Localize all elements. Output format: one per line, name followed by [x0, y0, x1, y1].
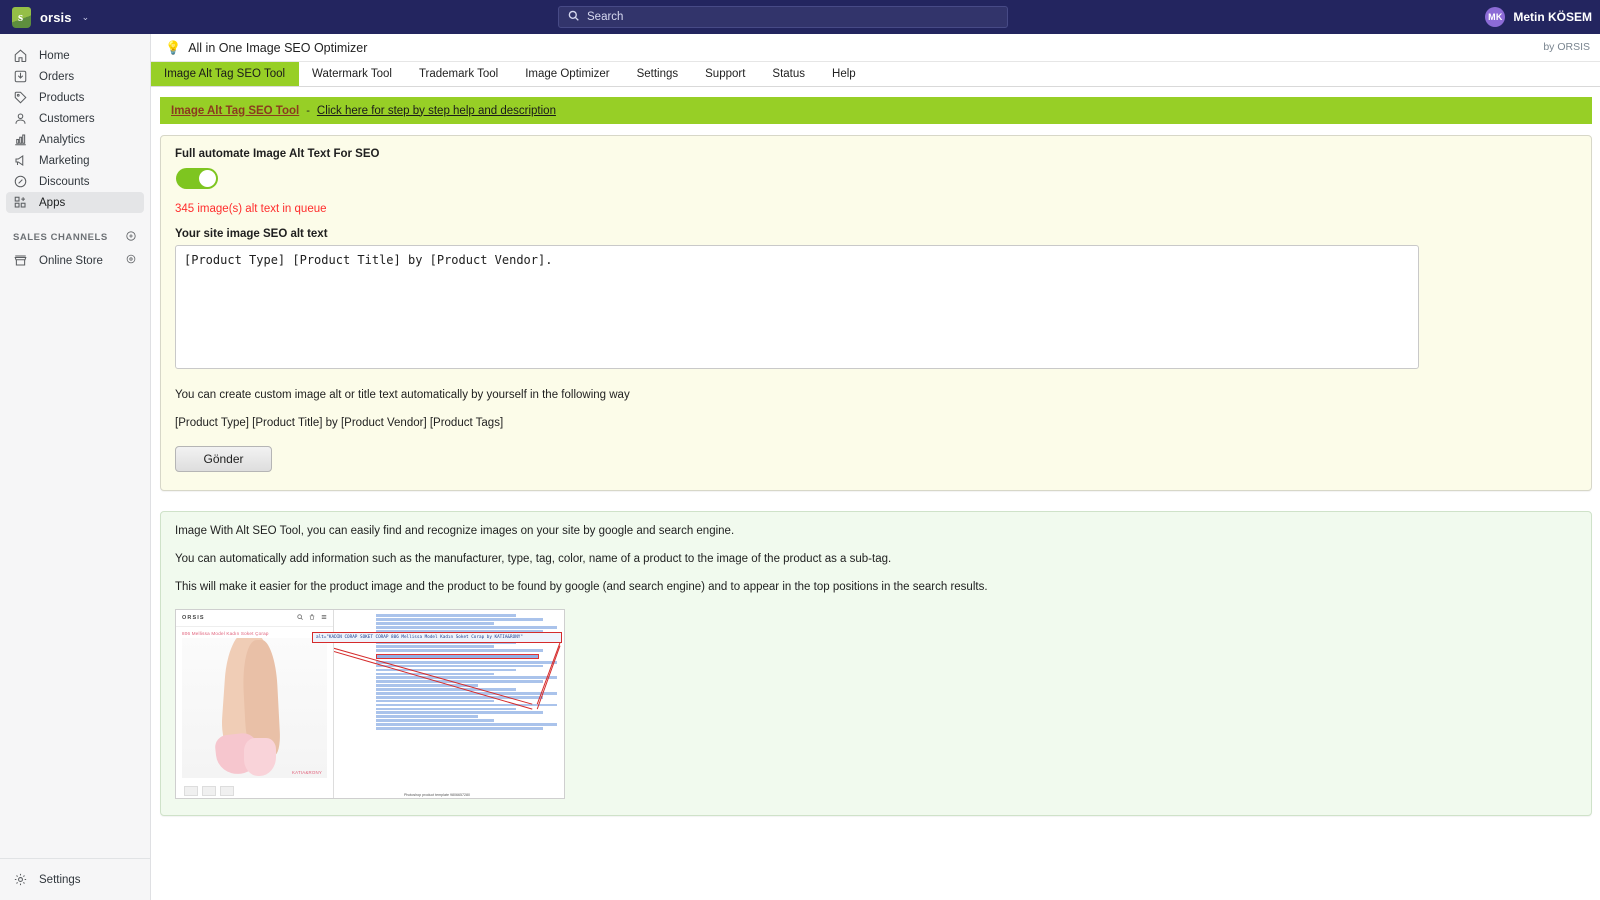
- alt-text-input[interactable]: [175, 245, 1419, 369]
- illustration-source-footer: Photoshop product template 9806657280: [404, 793, 470, 797]
- sidebar-settings-label: Settings: [39, 873, 81, 886]
- search-icon: [568, 10, 579, 24]
- tab-status[interactable]: Status: [759, 62, 819, 86]
- illustration-store-header: ORSIS: [176, 610, 333, 627]
- toggle-knob: [199, 170, 216, 187]
- top-bar: orsis ⌄ Search MK Metin KÖSEM: [0, 0, 1600, 34]
- search-icon: [297, 614, 303, 622]
- sidebar-item-discounts[interactable]: Discounts: [0, 171, 150, 192]
- section-title: SALES CHANNELS: [13, 232, 108, 243]
- illustration-product-title: 806 Mellissa Model Kadın Soket Çorap: [182, 631, 269, 636]
- sidebar-item-label: Products: [39, 91, 85, 104]
- tab-image-optimizer[interactable]: Image Optimizer: [512, 62, 623, 86]
- banner-title: Image Alt Tag SEO Tool: [171, 104, 300, 117]
- illustration-storefront-preview: ORSIS 806 Mellissa Model Kadın Soket Çor…: [176, 610, 334, 798]
- chevron-down-icon: ⌄: [81, 11, 90, 22]
- gear-icon: [13, 872, 28, 887]
- bag-icon: [309, 614, 315, 622]
- menu-icon: [321, 614, 327, 622]
- sales-channels-header: SALES CHANNELS: [13, 230, 137, 245]
- illustration-thumbnails: [184, 786, 234, 796]
- avatar: MK: [1485, 7, 1506, 27]
- automate-label: Full automate Image Alt Text For SEO: [175, 148, 380, 160]
- illustration-store-logo: ORSIS: [182, 615, 205, 621]
- page-title: All in One Image SEO Optimizer: [188, 40, 368, 55]
- alt-attribute-callout: alt="KADIN CORAP SOKET CORAP 806 Melliss…: [312, 632, 562, 643]
- banner-separator: -: [306, 104, 310, 117]
- illustration-source-view: alt="KADIN CORAP SOKET CORAP 806 Melliss…: [312, 610, 564, 798]
- store-switcher[interactable]: orsis ⌄: [0, 0, 99, 34]
- person-icon: [13, 111, 28, 126]
- sidebar-nav: Home Orders Products Customers Analytics…: [0, 34, 150, 213]
- user-name: Metin KÖSEM: [1513, 10, 1592, 24]
- alt-text-label: Your site image SEO alt text: [175, 228, 328, 240]
- sidebar-item-label: Marketing: [39, 154, 90, 167]
- shopify-logo-icon: [12, 6, 31, 28]
- sidebar-item-label: Customers: [39, 112, 95, 125]
- tab-help[interactable]: Help: [819, 62, 870, 86]
- orders-icon: [13, 69, 28, 84]
- sidebar-item-apps[interactable]: Apps: [0, 192, 150, 213]
- example-illustration: ORSIS 806 Mellissa Model Kadın Soket Çor…: [175, 609, 565, 799]
- apps-icon: [13, 195, 28, 210]
- app-vendor-label: by ORSIS: [1543, 41, 1590, 53]
- app-header: 💡 All in One Image SEO Optimizer by ORSI…: [151, 34, 1600, 62]
- info-line-1: Image With Alt SEO Tool, you can easily …: [175, 525, 735, 537]
- sidebar-item-orders[interactable]: Orders: [0, 66, 150, 87]
- sidebar-item-home[interactable]: Home: [0, 45, 150, 66]
- store-name: orsis: [40, 9, 72, 25]
- help-text-2: [Product Type] [Product Title] by [Produ…: [175, 417, 504, 429]
- illustration-watermark: KATIA&RONY: [292, 770, 322, 775]
- info-line-2: You can automatically add information su…: [175, 553, 892, 565]
- illustration-product-photo: KATIA&RONY: [182, 638, 327, 778]
- user-menu[interactable]: MK Metin KÖSEM: [1485, 0, 1592, 34]
- sidebar-item-settings[interactable]: Settings: [0, 858, 150, 900]
- banner-help-link[interactable]: Click here for step by step help and des…: [317, 105, 556, 117]
- main-content: 💡 All in One Image SEO Optimizer by ORSI…: [151, 34, 1600, 900]
- sidebar-item-products[interactable]: Products: [0, 87, 150, 108]
- sidebar-item-label: Apps: [39, 196, 66, 209]
- sidebar-item-label: Home: [39, 49, 70, 62]
- megaphone-icon: [13, 153, 28, 168]
- sidebar-item-label: Orders: [39, 70, 75, 83]
- sidebar-item-customers[interactable]: Customers: [0, 108, 150, 129]
- home-icon: [13, 48, 28, 63]
- info-card: Image With Alt SEO Tool, you can easily …: [160, 511, 1592, 816]
- automate-toggle[interactable]: [176, 168, 218, 189]
- sidebar-item-marketing[interactable]: Marketing: [0, 150, 150, 171]
- highlighted-alt-attribute: [376, 653, 539, 659]
- plus-circle-icon[interactable]: [125, 230, 137, 245]
- sidebar-item-analytics[interactable]: Analytics: [0, 129, 150, 150]
- chart-icon: [13, 132, 28, 147]
- help-text-1: You can create custom image alt or title…: [175, 389, 630, 401]
- alt-text-settings-card: Full automate Image Alt Text For SEO 345…: [160, 135, 1592, 491]
- discount-icon: [13, 174, 28, 189]
- tab-settings[interactable]: Settings: [624, 62, 693, 86]
- sidebar: Home Orders Products Customers Analytics…: [0, 34, 151, 900]
- storefront-icon: [13, 253, 28, 268]
- sidebar-item-label: Discounts: [39, 175, 90, 188]
- help-banner: Image Alt Tag SEO Tool - Click here for …: [160, 97, 1592, 124]
- sidebar-item-online-store[interactable]: Online Store: [0, 250, 150, 271]
- global-search[interactable]: Search: [558, 6, 1008, 28]
- info-line-3: This will make it easier for the product…: [175, 581, 988, 593]
- search-placeholder: Search: [587, 11, 624, 23]
- app-tabs: Image Alt Tag SEO Tool Watermark Tool Tr…: [151, 62, 1600, 87]
- sidebar-item-label: Analytics: [39, 133, 86, 146]
- queue-status: 345 image(s) alt text in queue: [175, 203, 327, 215]
- sidebar-channel-label: Online Store: [39, 254, 103, 267]
- tab-support[interactable]: Support: [692, 62, 759, 86]
- tag-icon: [13, 90, 28, 105]
- submit-button[interactable]: Gönder: [175, 446, 272, 472]
- tab-trademark-tool[interactable]: Trademark Tool: [406, 62, 512, 86]
- tab-watermark-tool[interactable]: Watermark Tool: [299, 62, 406, 86]
- lightbulb-icon: 💡: [165, 39, 182, 55]
- sock-shape: [244, 738, 276, 776]
- view-icon[interactable]: [125, 253, 137, 268]
- tab-image-alt-tag-seo-tool[interactable]: Image Alt Tag SEO Tool: [151, 62, 300, 86]
